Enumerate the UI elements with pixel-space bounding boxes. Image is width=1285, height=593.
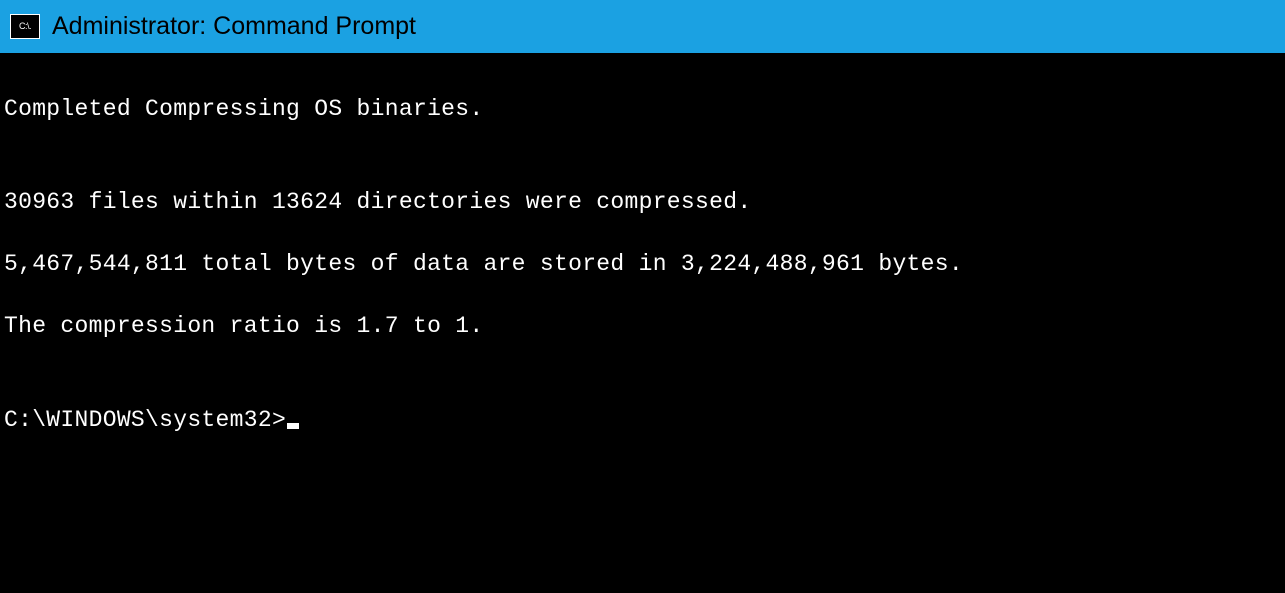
- cmd-icon: C:\.: [10, 14, 40, 39]
- prompt-line: C:\WINDOWS\system32>: [4, 405, 1281, 436]
- cursor: [287, 423, 299, 429]
- output-line: 5,467,544,811 total bytes of data are st…: [4, 249, 1281, 280]
- window-title: Administrator: Command Prompt: [52, 12, 416, 41]
- titlebar[interactable]: C:\. Administrator: Command Prompt: [0, 0, 1285, 53]
- terminal[interactable]: Completed Compressing OS binaries. 30963…: [0, 53, 1285, 471]
- output-line: Completed Compressing OS binaries.: [4, 94, 1281, 125]
- prompt-text: C:\WINDOWS\system32>: [4, 405, 286, 436]
- output-line: 30963 files within 13624 directories wer…: [4, 187, 1281, 218]
- output-line: The compression ratio is 1.7 to 1.: [4, 311, 1281, 342]
